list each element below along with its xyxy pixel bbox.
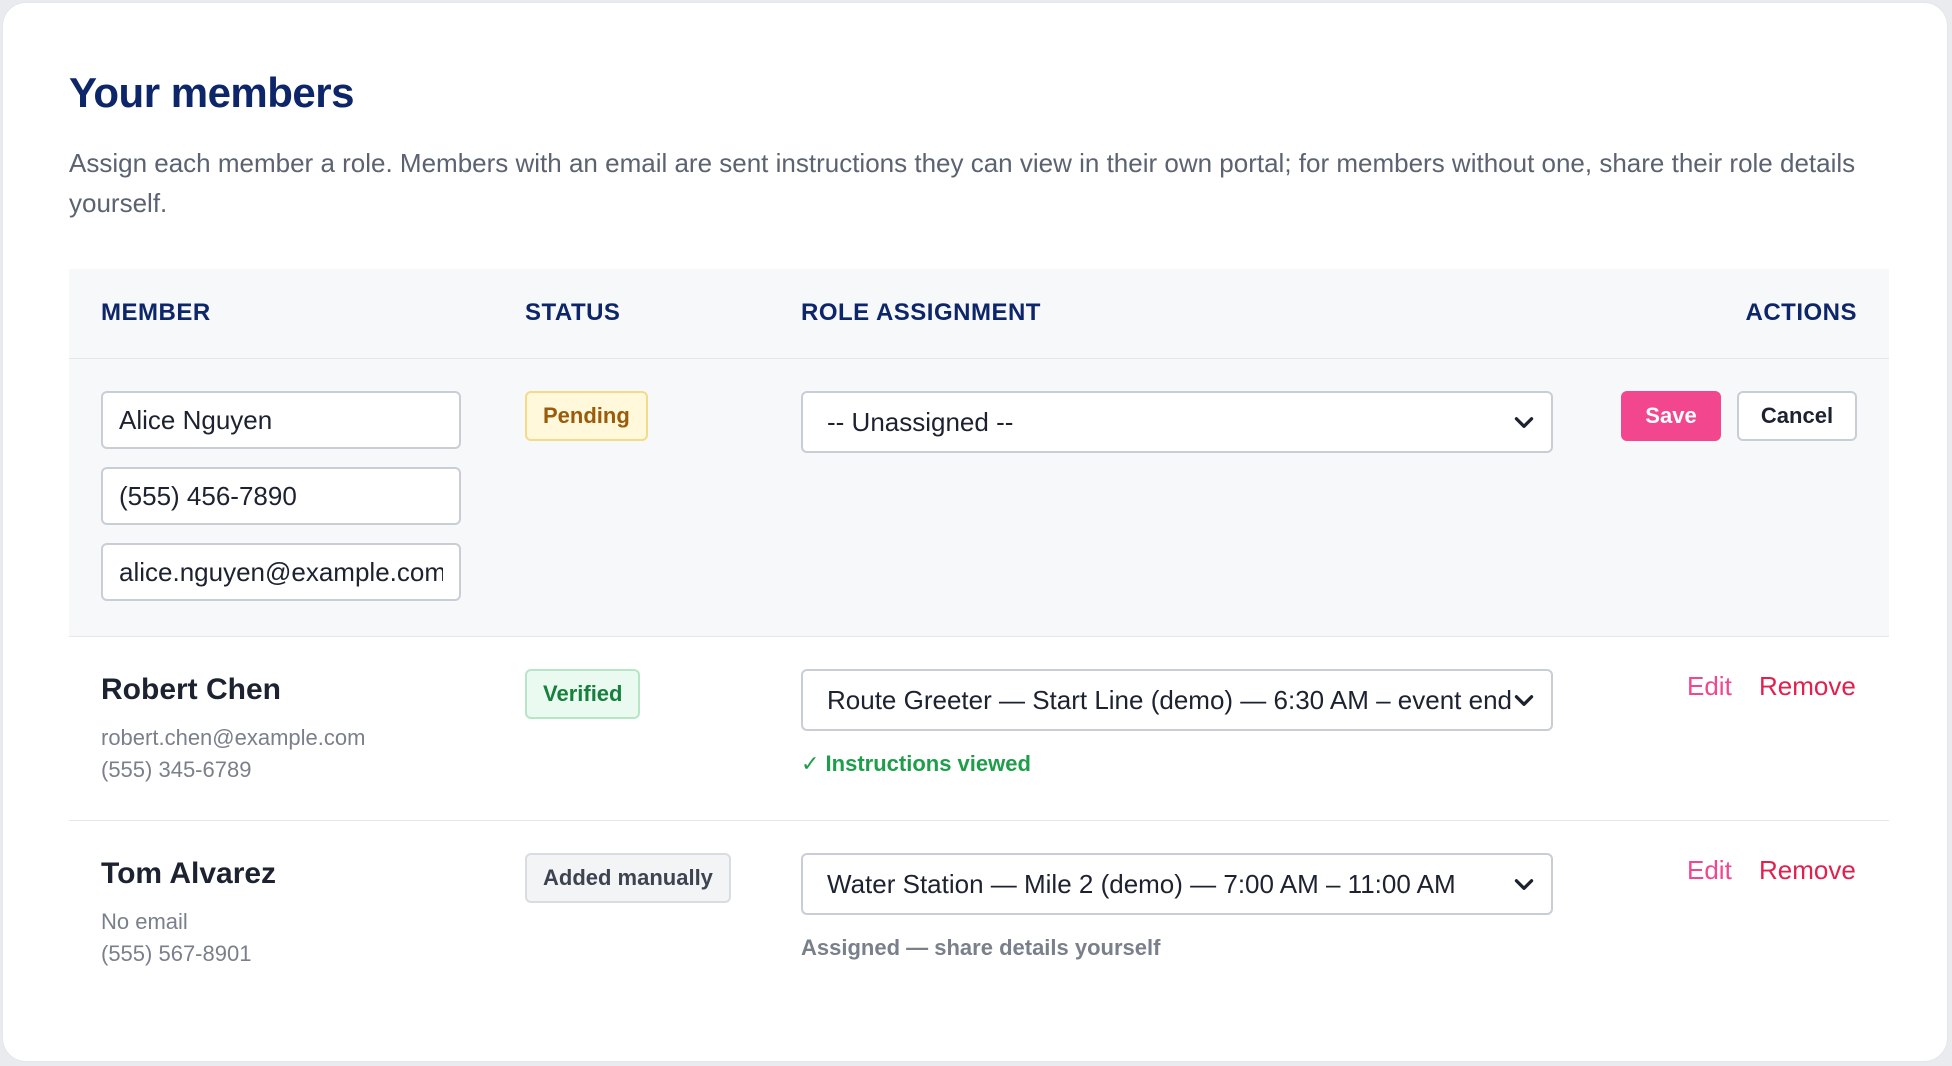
member-name: Robert Chen bbox=[101, 673, 281, 706]
status-badge-pending: Pending bbox=[525, 391, 648, 441]
edit-link[interactable]: Edit bbox=[1687, 671, 1732, 702]
chevron-down-icon bbox=[1514, 417, 1534, 428]
status-badge-verified: Verified bbox=[525, 669, 641, 719]
table-header: MEMBER STATUS ROLE ASSIGNMENT ACTIONS bbox=[69, 269, 1889, 359]
member-phone: (555) 345-6789 bbox=[101, 757, 252, 782]
members-card: Your members Assign each member a role. … bbox=[2, 2, 1948, 1062]
remove-link[interactable]: Remove bbox=[1759, 671, 1856, 702]
table-row: Robert Chen robert.chen@example.com (555… bbox=[69, 637, 1889, 821]
remove-link[interactable]: Remove bbox=[1759, 855, 1856, 886]
member-phone-input[interactable] bbox=[101, 467, 461, 525]
status-badge-added-manually: Added manually bbox=[525, 853, 731, 903]
member-phone: (555) 567-8901 bbox=[101, 941, 252, 966]
role-select-value: Water Station — Mile 2 (demo) — 7:00 AM … bbox=[827, 869, 1456, 899]
role-assignment-select[interactable]: Route Greeter — Start Line (demo) — 6:30… bbox=[801, 669, 1553, 731]
role-assignment-select[interactable]: -- Unassigned -- bbox=[801, 391, 1553, 453]
member-name-input[interactable] bbox=[101, 391, 461, 449]
column-header-actions: ACTIONS bbox=[1745, 299, 1857, 326]
table-row: Tom Alvarez No email (555) 567-8901 Adde… bbox=[69, 821, 1889, 1005]
assigned-share-details-note: Assigned — share details yourself bbox=[801, 935, 1161, 960]
chevron-down-icon bbox=[1514, 695, 1534, 706]
column-header-role: ROLE ASSIGNMENT bbox=[801, 299, 1041, 326]
page-title: Your members bbox=[69, 69, 355, 116]
cancel-button[interactable]: Cancel bbox=[1737, 391, 1857, 441]
role-assignment-select[interactable]: Water Station — Mile 2 (demo) — 7:00 AM … bbox=[801, 853, 1553, 915]
column-header-member: MEMBER bbox=[101, 299, 211, 326]
member-email: No email bbox=[101, 909, 188, 934]
table-row-editing: Pending -- Unassigned -- Save Cancel bbox=[69, 359, 1889, 637]
column-header-status: STATUS bbox=[525, 299, 621, 326]
edit-link[interactable]: Edit bbox=[1687, 855, 1732, 886]
role-select-value: -- Unassigned -- bbox=[827, 407, 1014, 437]
member-name: Tom Alvarez bbox=[101, 857, 277, 890]
member-email-input[interactable] bbox=[101, 543, 461, 601]
instructions-viewed-note: ✓ Instructions viewed bbox=[801, 751, 1031, 776]
save-button[interactable]: Save bbox=[1621, 391, 1721, 441]
members-table: MEMBER STATUS ROLE ASSIGNMENT ACTIONS Pe… bbox=[69, 269, 1889, 1005]
chevron-down-icon bbox=[1514, 879, 1534, 890]
member-email: robert.chen@example.com bbox=[101, 725, 366, 750]
role-select-value: Route Greeter — Start Line (demo) — 6:30… bbox=[827, 685, 1513, 715]
page-description: Assign each member a role. Members with … bbox=[69, 148, 1856, 218]
